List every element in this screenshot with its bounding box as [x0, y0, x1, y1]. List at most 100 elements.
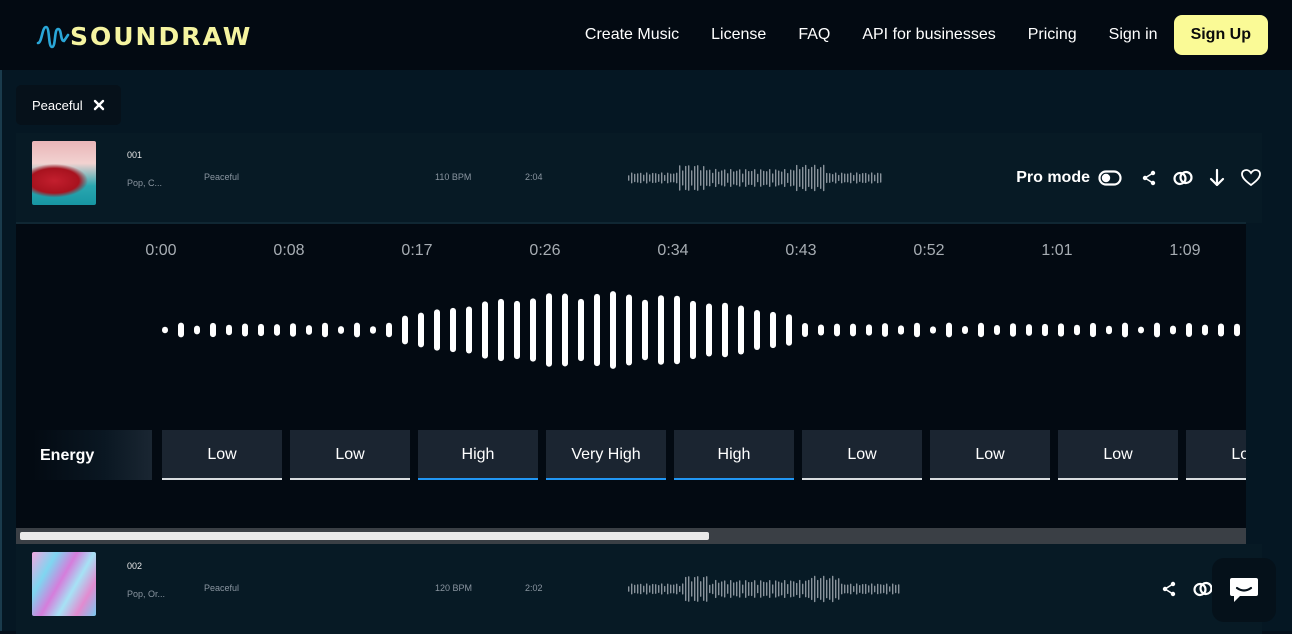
waveform-bar — [715, 168, 717, 188]
brand-logo[interactable]: SOUNDRAW — [36, 20, 252, 52]
chat-widget-button[interactable] — [1212, 558, 1276, 622]
horizontal-scrollbar[interactable] — [16, 528, 1246, 544]
track-actions: Pro mode — [1016, 163, 1262, 193]
waveform-bar — [578, 298, 584, 362]
waveform-bar — [781, 582, 783, 596]
timeline-tick[interactable]: 0:43 — [771, 242, 831, 260]
download-icon[interactable] — [1206, 167, 1228, 189]
energy-segment[interactable]: Low — [1058, 430, 1178, 480]
waveform-bar — [793, 170, 795, 186]
energy-segment[interactable]: Low — [162, 430, 282, 480]
timeline-tick[interactable]: 0:34 — [643, 242, 703, 260]
waveform-bar — [832, 575, 834, 603]
energy-segment[interactable]: Low — [930, 430, 1050, 480]
energy-segment[interactable]: High — [418, 430, 538, 480]
waveform-bar — [914, 322, 920, 338]
track-editor-panel: 0:00 0:08 0:17 0:26 0:34 0:43 0:52 1:01 … — [16, 224, 1246, 528]
waveform-bar — [862, 173, 864, 183]
waveform-bar — [877, 172, 879, 184]
nav-license[interactable]: License — [711, 26, 766, 44]
timeline-tick[interactable]: 0:26 — [515, 242, 575, 260]
waveform-bar — [892, 583, 894, 595]
energy-segment-underline — [1058, 478, 1178, 480]
waveform-bar — [643, 174, 645, 182]
waveform-bar — [643, 585, 645, 593]
nav-sign-in[interactable]: Sign in — [1109, 26, 1158, 44]
energy-segment[interactable]: Low — [802, 430, 922, 480]
link-icon[interactable] — [1192, 578, 1214, 600]
waveform-bar — [820, 166, 822, 190]
waveform-bar — [787, 583, 789, 595]
waveform-bar — [722, 302, 728, 358]
waveform-bar — [871, 583, 873, 595]
toggle-icon[interactable] — [1098, 170, 1122, 186]
energy-segment-text: Low — [847, 446, 877, 463]
waveform-bar — [418, 312, 424, 348]
waveform-bar — [793, 581, 795, 597]
waveform-bar — [709, 169, 711, 187]
share-icon[interactable] — [1158, 578, 1180, 600]
energy-segment[interactable]: Low — [1186, 430, 1246, 480]
waveform-bar — [1122, 322, 1128, 338]
link-icon[interactable] — [1172, 167, 1194, 189]
waveform-bar — [978, 322, 984, 338]
energy-segment-underline — [162, 478, 282, 480]
waveform-bar — [874, 174, 876, 182]
timeline-tick[interactable]: 0:00 — [131, 242, 191, 260]
track-artwork[interactable] — [32, 552, 96, 616]
waveform-bar — [676, 583, 678, 595]
waveform-bar — [718, 171, 720, 185]
waveform-bar — [1090, 322, 1096, 338]
energy-segment[interactable]: Low — [290, 430, 410, 480]
waveform-bar — [946, 322, 952, 338]
waveform-bar — [667, 172, 669, 184]
main-waveform[interactable] — [16, 284, 1246, 376]
nav-faq[interactable]: FAQ — [798, 26, 830, 44]
waveform-bar — [434, 309, 440, 351]
waveform-bar — [682, 170, 684, 186]
waveform-bar — [757, 173, 759, 183]
waveform-bar — [787, 172, 789, 184]
timeline-tick[interactable]: 0:08 — [259, 242, 319, 260]
waveform-bar — [802, 166, 804, 190]
waveform-bar — [685, 576, 687, 602]
nav-api[interactable]: API for businesses — [862, 26, 995, 44]
track-number: 002 — [127, 561, 143, 571]
waveform-bar — [775, 580, 777, 598]
track-row-001[interactable]: 001 Pop, C... Peaceful 110 BPM 2:04 Pro … — [16, 133, 1262, 223]
timeline-tick[interactable]: 0:17 — [387, 242, 447, 260]
waveform-bar — [562, 293, 568, 367]
waveform-bar — [482, 301, 488, 359]
track-mini-waveform[interactable] — [628, 161, 884, 195]
waveform-bar — [724, 580, 726, 598]
waveform-bar — [994, 324, 1000, 336]
filter-chip-peaceful[interactable]: Peaceful — [16, 85, 121, 125]
waveform-bar — [895, 584, 897, 594]
track-artwork[interactable] — [32, 141, 96, 205]
waveform-bar — [1074, 324, 1080, 336]
waveform-bar — [889, 586, 891, 592]
timeline-tick[interactable]: 0:52 — [899, 242, 959, 260]
energy-segment[interactable]: High — [674, 430, 794, 480]
waveform-bar — [742, 173, 744, 183]
waveform-bar — [757, 584, 759, 594]
track-mini-waveform[interactable] — [628, 572, 902, 606]
sign-up-button[interactable]: Sign Up — [1173, 15, 1268, 55]
timeline-tick[interactable]: 1:09 — [1155, 242, 1215, 260]
waveform-bar — [733, 171, 735, 185]
track-row-002[interactable]: 002 Pop, Or... Peaceful 120 BPM 2:02 — [16, 544, 1262, 634]
nav-pricing[interactable]: Pricing — [1028, 26, 1077, 44]
nav-create-music[interactable]: Create Music — [585, 26, 679, 44]
waveform-bar — [847, 584, 849, 594]
scrollbar-thumb[interactable] — [20, 532, 709, 540]
energy-segment[interactable]: Very High — [546, 430, 666, 480]
heart-icon[interactable] — [1240, 167, 1262, 189]
waveform-bar — [877, 583, 879, 595]
waveform-bar — [814, 575, 816, 603]
track-bpm: 120 BPM — [435, 583, 473, 593]
share-icon[interactable] — [1138, 167, 1160, 189]
track-genre: Pop, C... — [127, 178, 163, 188]
waveform-bar — [859, 585, 861, 593]
close-icon[interactable] — [93, 99, 105, 111]
timeline-tick[interactable]: 1:01 — [1027, 242, 1087, 260]
